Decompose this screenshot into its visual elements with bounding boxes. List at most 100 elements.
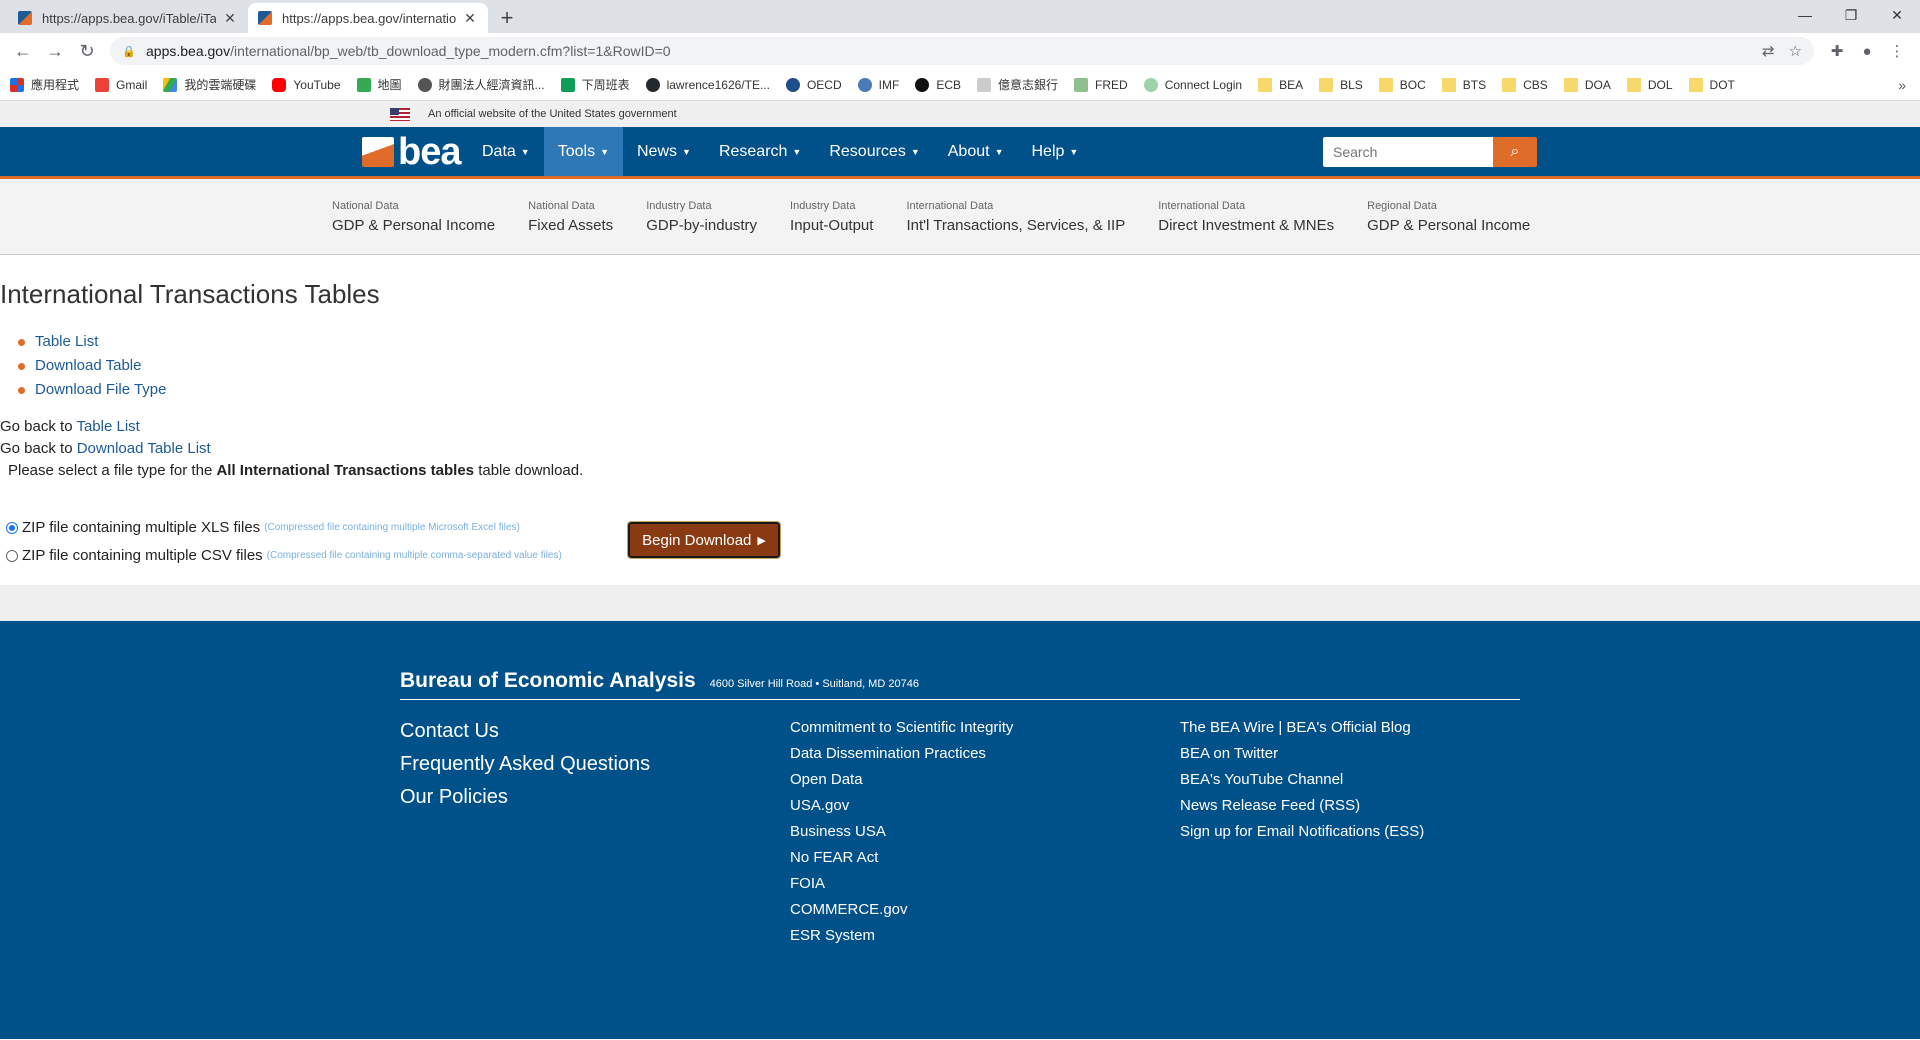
bookmark-folder-cbs[interactable]: CBS	[1502, 77, 1548, 92]
close-window-icon[interactable]: ✕	[1874, 0, 1920, 30]
bookmarks-bar: 應用程式 Gmail 我的雲端硬碟 YouTube 地圖 財團法人經濟資訊...…	[0, 69, 1920, 101]
bookmark-folder-doa[interactable]: DOA	[1563, 77, 1611, 92]
translate-icon[interactable]: ⇄	[1762, 42, 1775, 60]
list-item: Table List	[18, 330, 1920, 354]
bookmark-connect-login[interactable]: Connect Login	[1143, 77, 1242, 92]
menu-kebab-icon[interactable]: ⋮	[1882, 36, 1912, 66]
bookmark-maps[interactable]: 地圖	[356, 76, 402, 93]
menu-help[interactable]: Help ▼	[1017, 127, 1092, 176]
radio-csv[interactable]	[6, 550, 18, 562]
footer-link[interactable]: ESR System	[790, 923, 1013, 949]
bea-logo[interactable]: bea	[362, 131, 461, 173]
bookmark-imf[interactable]: IMF	[857, 77, 899, 92]
link-download-file-type[interactable]: Download File Type	[35, 378, 166, 402]
begin-download-button[interactable]: Begin Download ▶	[627, 521, 781, 559]
caret-down-icon: ▼	[600, 146, 609, 157]
subnav-gdp-personal-income[interactable]: National Data GDP & Personal Income	[332, 200, 495, 234]
footer-link[interactable]: News Release Feed (RSS)	[1180, 793, 1424, 819]
footer-link[interactable]: Commitment to Scientific Integrity	[790, 715, 1013, 741]
back-icon[interactable]: ←	[8, 36, 38, 66]
footer-link[interactable]: BEA's YouTube Channel	[1180, 767, 1424, 793]
fred-chart-icon	[1074, 77, 1089, 92]
menu-research[interactable]: Research ▼	[705, 127, 815, 176]
folder-icon	[1258, 77, 1273, 92]
minimize-icon[interactable]: —	[1782, 0, 1828, 30]
bookmark-econ-info[interactable]: 財團法人經濟資訊...	[417, 76, 545, 93]
footer-link[interactable]: The BEA Wire | BEA's Official Blog	[1180, 715, 1424, 741]
menu-data[interactable]: Data ▼	[468, 127, 544, 176]
bookmark-gmail[interactable]: Gmail	[95, 77, 147, 92]
menu-about[interactable]: About ▼	[934, 127, 1018, 176]
bea-favicon-icon	[258, 11, 272, 25]
reload-icon[interactable]: ↻	[72, 36, 102, 66]
subnav-gdp-by-industry[interactable]: Industry Data GDP-by-industry	[646, 200, 757, 234]
search-button[interactable]: ⌕	[1493, 137, 1537, 167]
bookmark-fred[interactable]: FRED	[1074, 77, 1128, 92]
go-back-download-table-list-link[interactable]: Download Table List	[77, 440, 211, 457]
bookmark-github[interactable]: lawrence1626/TE...	[645, 77, 770, 92]
footer-link[interactable]: No FEAR Act	[790, 845, 1013, 871]
browser-tab[interactable]: https://apps.bea.gov/iTable/iTa ✕	[8, 3, 248, 33]
go-back-table-list-link[interactable]: Table List	[76, 418, 139, 435]
menu-resources[interactable]: Resources ▼	[815, 127, 933, 176]
close-icon[interactable]: ✕	[222, 10, 238, 27]
menu-tools[interactable]: Tools ▼	[543, 127, 623, 176]
caret-down-icon: ▼	[520, 146, 530, 157]
file-type-options: ZIP file containing multiple XLS files (…	[0, 514, 628, 570]
footer-link[interactable]: Open Data	[790, 767, 1013, 793]
folder-icon	[1441, 77, 1456, 92]
profile-icon[interactable]: ●	[1852, 36, 1882, 66]
subnav-fixed-assets[interactable]: National Data Fixed Assets	[528, 200, 613, 234]
bookmark-folder-boc[interactable]: BOC	[1378, 77, 1426, 92]
restore-icon[interactable]: ❐	[1828, 0, 1874, 30]
radio-xls[interactable]	[6, 522, 18, 534]
link-download-table[interactable]: Download Table	[35, 354, 141, 378]
bookmark-bank[interactable]: 億意志銀行	[977, 76, 1058, 93]
option-xls[interactable]: ZIP file containing multiple XLS files (…	[6, 514, 628, 542]
footer-link[interactable]: COMMERCE.gov	[790, 897, 1013, 923]
footer-link[interactable]: USA.gov	[790, 793, 1013, 819]
footer-link[interactable]: Frequently Asked Questions	[400, 748, 650, 781]
menu-news[interactable]: News ▼	[623, 127, 705, 176]
subnav-regional-gdp[interactable]: Regional Data GDP & Personal Income	[1367, 200, 1530, 234]
browser-tab-active[interactable]: https://apps.bea.gov/internatio ✕	[248, 3, 488, 33]
bookmark-folder-dol[interactable]: DOL	[1626, 77, 1673, 92]
bookmark-oecd[interactable]: OECD	[785, 77, 842, 92]
bookmark-folder-bts[interactable]: BTS	[1441, 77, 1486, 92]
link-table-list[interactable]: Table List	[35, 330, 98, 354]
bookmarks-overflow-button[interactable]: »	[1898, 77, 1906, 93]
bea-logo-text: bea	[398, 131, 461, 173]
search-input[interactable]	[1323, 137, 1493, 167]
subnav-input-output[interactable]: Industry Data Input-Output	[790, 200, 873, 234]
bookmark-folder-bls[interactable]: BLS	[1319, 77, 1363, 92]
footer-link[interactable]: FOIA	[790, 871, 1013, 897]
footer-link[interactable]: Data Dissemination Practices	[790, 741, 1013, 767]
caret-down-icon: ▼	[1069, 146, 1079, 157]
footer-link[interactable]: Contact Us	[400, 715, 650, 748]
footer-link[interactable]: BEA on Twitter	[1180, 741, 1424, 767]
close-icon[interactable]: ✕	[462, 10, 478, 27]
footer-link[interactable]: Sign up for Email Notifications (ESS)	[1180, 819, 1424, 845]
bookmark-apps[interactable]: 應用程式	[10, 76, 79, 93]
bookmark-youtube[interactable]: YouTube	[272, 77, 341, 92]
subnav-direct-investment[interactable]: International Data Direct Investment & MN…	[1158, 200, 1334, 234]
bookmark-folder-bea[interactable]: BEA	[1258, 77, 1303, 92]
bookmark-drive[interactable]: 我的雲端硬碟	[163, 76, 256, 93]
bullet-icon	[18, 338, 25, 346]
footer-link[interactable]: Business USA	[790, 819, 1013, 845]
subnav-intl-transactions[interactable]: International Data Int'l Transactions, Se…	[906, 200, 1125, 234]
address-bar[interactable]: 🔒 apps.bea.gov /international/bp_web/tb_…	[110, 37, 1814, 65]
bookmark-schedule[interactable]: 下周班表	[560, 76, 630, 93]
play-arrow-icon: ▶	[757, 534, 766, 547]
extensions-icon[interactable]: ✚	[1822, 36, 1852, 66]
forward-icon[interactable]: →	[40, 36, 70, 66]
option-csv[interactable]: ZIP file containing multiple CSV files (…	[6, 542, 628, 570]
folder-icon	[1626, 77, 1641, 92]
footer-link[interactable]: Our Policies	[400, 781, 650, 814]
bookmark-folder-dot[interactable]: DOT	[1688, 77, 1735, 92]
list-item: Download File Type	[18, 378, 1920, 402]
bookmark-ecb[interactable]: ECB	[915, 77, 961, 92]
star-icon[interactable]: ☆	[1789, 42, 1802, 60]
new-tab-button[interactable]: +	[492, 3, 522, 33]
drive-icon	[163, 77, 178, 92]
